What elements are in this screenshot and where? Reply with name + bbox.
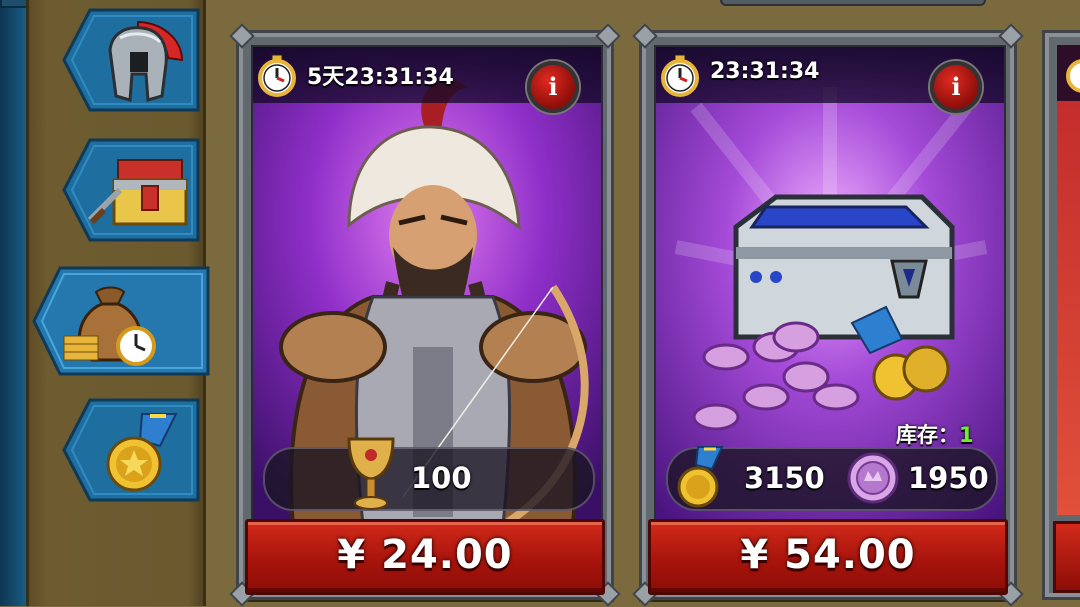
chest-art: 23:31:34 i 库存：1 3150 1950 [654,45,1006,527]
hero-art: 5天23:31:34 i 100 [251,45,603,527]
card-art-partial [1057,45,1080,515]
stopwatch-icon [258,54,296,97]
purple-coin-icon [847,452,899,504]
stock-label: 库存： [896,423,959,447]
buy-price-button[interactable]: ¥ 54.00 [648,519,1008,595]
price-label: ¥ 54.00 [740,532,916,578]
countdown-timer: 23:31:34 [710,59,820,84]
reward-bar: 100 [263,437,595,511]
medal-icon [106,413,178,492]
timer-bar [1057,45,1080,101]
medal-icon [677,446,724,508]
top-tab-edge [720,0,986,6]
left-edge-strip [0,0,26,606]
money-bag-clock-icon [63,286,156,366]
offer-card-partial[interactable] [1042,30,1080,600]
medal-amount: 3150 [744,461,825,495]
golden-chalice-icon [347,437,395,510]
stopwatch-icon [1066,59,1080,93]
side-tab-chests[interactable] [62,138,200,242]
offer-card-hero[interactable]: 5天23:31:34 i 100 ¥ 24.00 [229,23,621,607]
side-tab-packs-selected[interactable] [32,266,210,376]
reward-amount: 100 [411,461,472,495]
countdown-timer: 5天23:31:34 [307,65,454,90]
reward-bar: 3150 1950 [666,446,998,511]
side-tab-medals[interactable] [62,398,200,502]
price-label: ¥ 24.00 [337,532,513,578]
spartan-helmet-icon [108,20,184,102]
stock-indicator: 库存：1 [896,419,974,449]
info-button[interactable]: i [930,61,982,113]
coin-amount: 1950 [908,461,989,495]
stock-count: 1 [959,423,974,447]
info-button[interactable]: i [527,61,579,113]
buy-price-button[interactable]: ¥ 24.00 [245,519,605,595]
side-tab-heroes[interactable] [62,8,200,112]
offer-card-chest[interactable]: 23:31:34 i 库存：1 3150 1950 ¥ 54.00 [632,23,1024,607]
stopwatch-icon [661,54,699,97]
treasure-chest-icon [87,159,188,226]
buy-price-button[interactable] [1053,521,1080,593]
